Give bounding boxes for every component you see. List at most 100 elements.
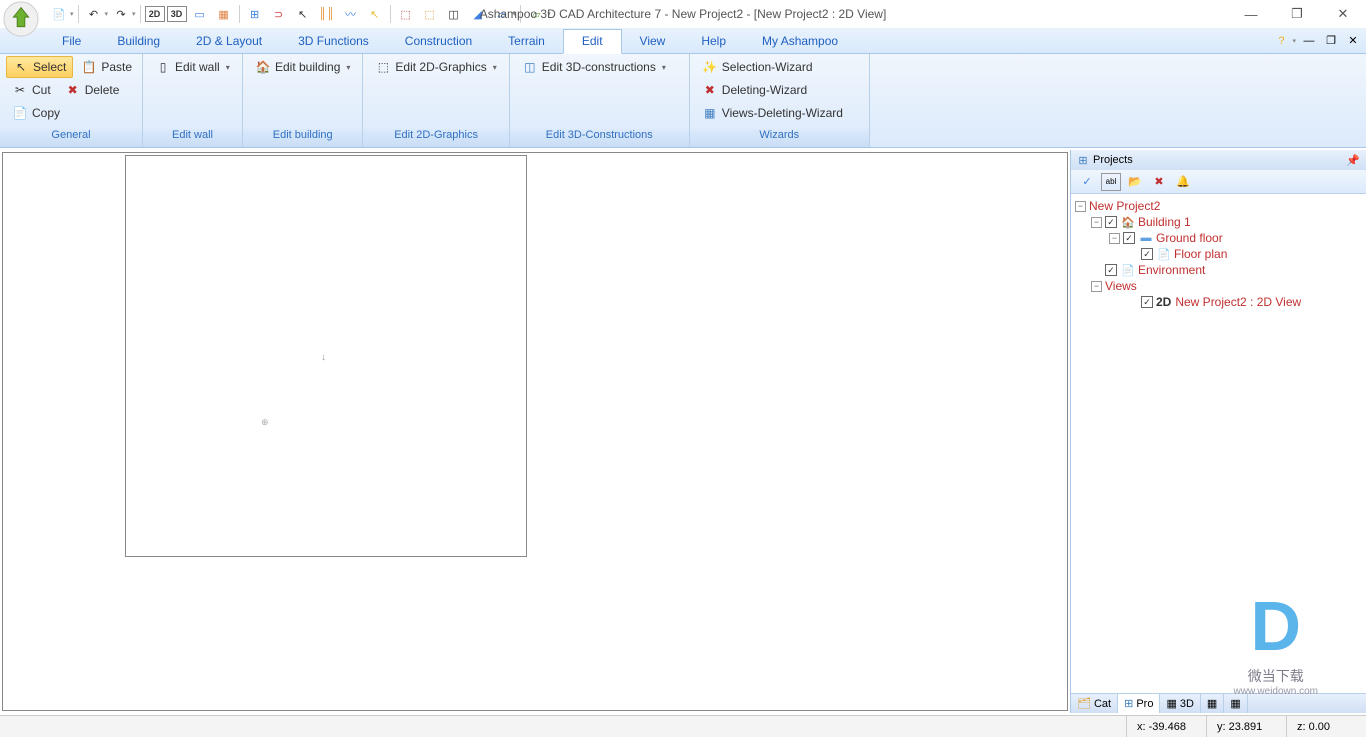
qat-row-icon[interactable]: ▭	[189, 3, 211, 25]
mdi-close-button[interactable]: ✕	[1344, 33, 1362, 49]
close-button[interactable]: ✕	[1320, 0, 1366, 28]
document-icon: 📄	[1156, 247, 1172, 261]
wand-x-icon: ✖	[702, 82, 718, 98]
status-bar: x: -39.468 y: 23.891 z: 0.00	[0, 715, 1366, 737]
grid-icon: ⊞	[1124, 697, 1133, 710]
checkbox[interactable]	[1105, 216, 1117, 228]
tree-view-2d[interactable]: 2D New Project2 : 2D View	[1073, 294, 1364, 310]
title-bar: 📄▾ ↶▾ ↷▾ 2D 3D ▭ ▦ ⊞ ⊃ ↖ ║║ 〰 ↖ ⬚ ⬚ ◫ ◢ …	[0, 0, 1366, 28]
menu-view[interactable]: View	[622, 28, 684, 53]
ribbon-group-label: Wizards	[690, 129, 869, 147]
menu-2dlayout[interactable]: 2D & Layout	[178, 28, 280, 53]
cut-button[interactable]: ✂Cut	[6, 79, 57, 101]
checkbox[interactable]	[1141, 296, 1153, 308]
collapse-icon[interactable]: −	[1091, 281, 1102, 292]
edit-3d-constructions-button[interactable]: ◫Edit 3D-constructions▾	[516, 56, 672, 78]
qat-lines-icon[interactable]: ║║	[316, 3, 338, 25]
chevron-down-icon: ▾	[662, 63, 666, 72]
qat-2d-button[interactable]: 2D	[145, 6, 165, 22]
wand-icon: ✨	[702, 59, 718, 75]
panel-title-label: Projects	[1093, 154, 1133, 166]
deleting-wizard-button[interactable]: ✖Deleting-Wizard	[696, 79, 849, 101]
workspace: ↓ ⊕ ⊞ Projects 📌 ✓ abl 📂 ✖ 🔔 − New Proje…	[0, 150, 1366, 713]
mdi-minimize-button[interactable]: —	[1300, 33, 1318, 49]
tab-cat[interactable]: 🗂Cat	[1071, 694, 1118, 713]
qat-magnet-icon[interactable]: ⊃	[268, 3, 290, 25]
qat-tool1-icon[interactable]: ⬚	[395, 3, 417, 25]
tree-root[interactable]: − New Project2	[1073, 198, 1364, 214]
checkbox[interactable]	[1105, 264, 1117, 276]
qat-3d-button[interactable]: 3D	[167, 6, 187, 22]
pin-icon[interactable]: 📌	[1344, 152, 1362, 168]
app-icon[interactable]	[2, 0, 42, 40]
scissors-icon: ✂	[12, 82, 28, 98]
qat-arrow2-icon[interactable]: ↖	[364, 3, 386, 25]
cube-icon: ◫	[522, 59, 538, 75]
selection-wizard-button[interactable]: ✨Selection-Wizard	[696, 56, 849, 78]
copy-button[interactable]: 📄Copy	[6, 102, 66, 124]
toolbar-delete-icon[interactable]: ✖	[1149, 173, 1169, 191]
menu-myashampoo[interactable]: My Ashampoo	[744, 28, 856, 53]
menu-file[interactable]: File	[44, 28, 99, 53]
minimize-button[interactable]: —	[1228, 0, 1274, 28]
toolbar-abl-icon[interactable]: abl	[1101, 173, 1121, 191]
views-deleting-wizard-button[interactable]: ▦Views-Deleting-Wizard	[696, 102, 849, 124]
ribbon-group-editbuilding: 🏠Edit building▾ Edit building	[243, 54, 363, 147]
grid-icon: ▦	[1230, 697, 1240, 710]
edit-2d-graphics-button[interactable]: ⬚Edit 2D-Graphics▾	[369, 56, 502, 78]
cursor-icon: ↖	[13, 59, 29, 75]
menu-bar: File Building 2D & Layout 3D Functions C…	[0, 28, 1366, 54]
tab-3d[interactable]: ▦3D	[1160, 694, 1200, 713]
qat-cursor-icon[interactable]: ↖	[292, 3, 314, 25]
tab-pro[interactable]: ⊞Pro	[1118, 694, 1160, 713]
menu-terrain[interactable]: Terrain	[490, 28, 563, 53]
menu-construction[interactable]: Construction	[387, 28, 490, 53]
edit-wall-button[interactable]: ▯Edit wall▾	[149, 56, 236, 78]
tree-environment[interactable]: 📄 Environment	[1073, 262, 1364, 278]
grid-icon: ▦	[1166, 697, 1176, 710]
chevron-down-icon: ▾	[226, 63, 230, 72]
north-marker: ↓	[321, 352, 326, 363]
paste-icon: 📋	[81, 59, 97, 75]
toolbar-folder-icon[interactable]: 📂	[1125, 173, 1145, 191]
checkbox[interactable]	[1141, 248, 1153, 260]
tree-views[interactable]: − Views	[1073, 278, 1364, 294]
qat-grid-icon[interactable]: ▦	[213, 3, 235, 25]
ribbon-group-edit3d: ◫Edit 3D-constructions▾ Edit 3D-Construc…	[510, 54, 690, 147]
toolbar-bell-icon[interactable]: 🔔	[1173, 173, 1193, 191]
tree-building[interactable]: − 🏠 Building 1	[1073, 214, 1364, 230]
menu-edit[interactable]: Edit	[563, 29, 622, 54]
edit-building-button[interactable]: 🏠Edit building▾	[249, 56, 356, 78]
tree-plan[interactable]: 📄 Floor plan	[1073, 246, 1364, 262]
qat-tool3-icon[interactable]: ◫	[443, 3, 465, 25]
status-y: y: 23.891	[1206, 716, 1286, 737]
paste-button[interactable]: 📋Paste	[75, 56, 138, 78]
building-icon: 🏠	[1120, 215, 1136, 229]
tree-floor[interactable]: − ▬ Ground floor	[1073, 230, 1364, 246]
mdi-restore-button[interactable]: ❐	[1322, 33, 1340, 49]
menu-3dfunctions[interactable]: 3D Functions	[280, 28, 387, 53]
qat-tool2-icon[interactable]: ⬚	[419, 3, 441, 25]
help-icon[interactable]: ?	[1272, 33, 1290, 49]
menu-help[interactable]: Help	[683, 28, 744, 53]
delete-button[interactable]: ✖Delete	[59, 79, 126, 101]
select-button[interactable]: ↖Select	[6, 56, 73, 78]
collapse-icon[interactable]: −	[1109, 233, 1120, 244]
views-icon: ▦	[702, 105, 718, 121]
qat-undo-icon[interactable]: ↶	[83, 3, 105, 25]
tab-extra1[interactable]: ▦	[1201, 694, 1224, 713]
tab-extra2[interactable]: ▦	[1224, 694, 1247, 713]
collapse-icon[interactable]: −	[1075, 201, 1086, 212]
qat-new-icon[interactable]: 📄	[48, 3, 70, 25]
graphics-icon: ⬚	[375, 59, 391, 75]
toolbar-check-icon[interactable]: ✓	[1077, 173, 1097, 191]
qat-redo-icon[interactable]: ↷	[110, 3, 132, 25]
panel-title-bar: ⊞ Projects 📌	[1071, 150, 1366, 170]
qat-wave-icon[interactable]: 〰	[340, 3, 362, 25]
menu-building[interactable]: Building	[99, 28, 178, 53]
canvas-2d-view[interactable]: ↓ ⊕	[2, 152, 1068, 711]
checkbox[interactable]	[1123, 232, 1135, 244]
qat-compare-icon[interactable]: ⊞	[244, 3, 266, 25]
maximize-button[interactable]: ❐	[1274, 0, 1320, 28]
collapse-icon[interactable]: −	[1091, 217, 1102, 228]
